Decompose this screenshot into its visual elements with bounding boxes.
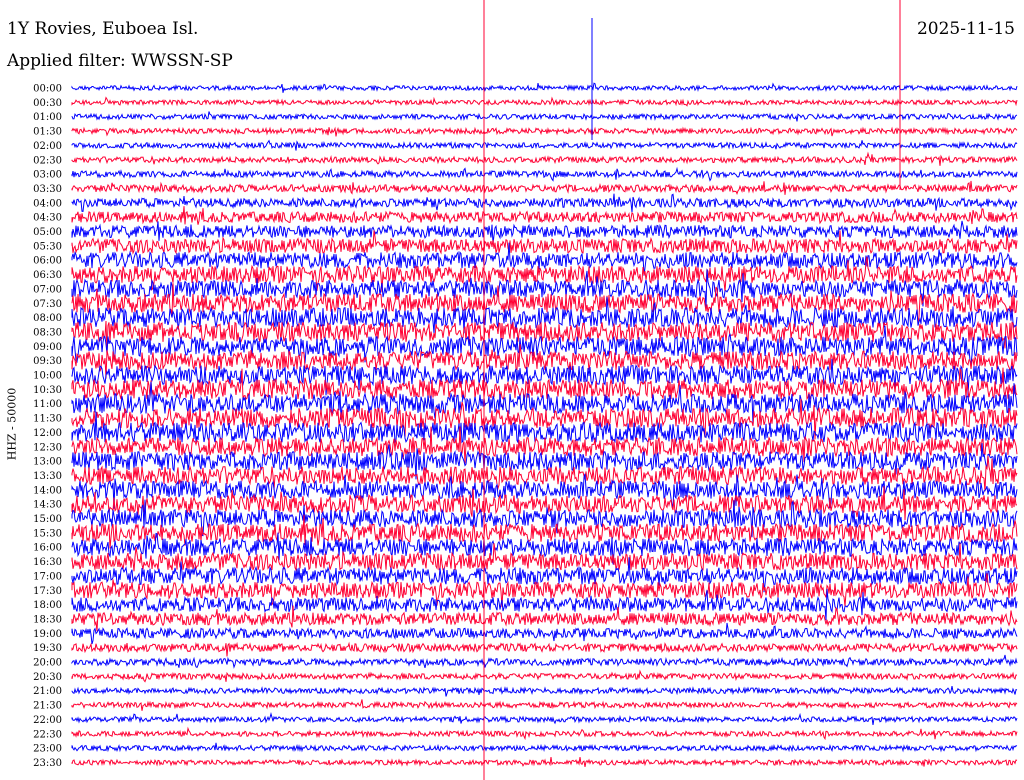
time-tick-label: 10:30: [33, 385, 62, 396]
time-tick-label: 00:30: [33, 98, 62, 109]
trace-line: [71, 622, 1018, 645]
time-tick-label: 13:30: [33, 471, 62, 482]
time-tick-label: 08:00: [33, 313, 62, 324]
time-tick-label: 17:00: [33, 571, 62, 582]
time-tick-label: 19:30: [33, 643, 62, 654]
time-tick-label: 10:00: [33, 371, 62, 382]
trace-line: [71, 757, 1018, 767]
time-tick-label: 07:00: [33, 284, 62, 295]
trace-line: [71, 654, 1018, 669]
trace-line: [71, 641, 1018, 657]
trace-line: [71, 686, 1018, 697]
trace-line: [71, 742, 1018, 753]
trace-line: [71, 605, 1018, 632]
time-tick-label: 21:00: [33, 686, 62, 697]
time-tick-label: 01:30: [33, 127, 62, 138]
time-tick-label: 16:00: [33, 543, 62, 554]
time-tick-label: 09:30: [33, 356, 62, 367]
time-tick-label: 17:30: [33, 586, 62, 597]
trace-line: [71, 96, 1018, 107]
time-tick-label: 12:30: [33, 442, 62, 453]
trace-line: [71, 320, 1018, 354]
time-tick-label: 05:30: [33, 241, 62, 252]
time-tick-label: 19:00: [33, 629, 62, 640]
time-tick-label: 18:30: [33, 614, 62, 625]
time-tick-label: 00:00: [33, 84, 62, 95]
time-tick-label: 14:30: [33, 500, 62, 511]
time-tick-label: 23:00: [33, 744, 62, 755]
time-tick-label: 16:30: [33, 557, 62, 568]
trace-line: [71, 193, 1018, 213]
trace-line: [71, 111, 1018, 122]
time-tick-label: 15:00: [33, 514, 62, 525]
time-tick-label: 06:30: [33, 270, 62, 281]
time-tick-label: 11:30: [33, 414, 62, 425]
time-tick-label: 12:00: [33, 428, 62, 439]
trace-line: [71, 166, 1018, 182]
time-tick-label: 22:30: [33, 729, 62, 740]
time-tick-label: 23:30: [33, 758, 62, 769]
trace-line: [71, 206, 1018, 225]
time-tick-label: 08:30: [33, 327, 62, 338]
time-tick-group: 00:00 00:30 01:00 01:30 02:00 02:30 03:00 03:30…: [33, 84, 62, 769]
trace-line: [71, 712, 1018, 725]
time-tick-label: 04:30: [33, 213, 62, 224]
time-tick-label: 05:00: [33, 227, 62, 238]
time-tick-label: 14:00: [33, 485, 62, 496]
time-tick-label: 02:00: [33, 141, 62, 152]
trace-line: [71, 669, 1018, 683]
trace-line: [71, 699, 1018, 711]
trace-line: [71, 726, 1018, 741]
time-tick-label: 03:30: [33, 184, 62, 195]
time-tick-label: 03:00: [33, 170, 62, 181]
trace-line: [71, 126, 1018, 137]
trace-line: [71, 532, 1018, 565]
helicorder-plot: 00:00 00:30 01:00 01:30 02:00 02:30 03:00 03:30…: [33, 0, 1018, 780]
time-tick-label: 18:00: [33, 600, 62, 611]
time-tick-label: 09:00: [33, 342, 62, 353]
time-tick-label: 20:30: [33, 672, 62, 683]
trace-line: [71, 139, 1018, 151]
time-tick-label: 11:00: [33, 399, 62, 410]
time-tick-label: 21:30: [33, 701, 62, 712]
time-tick-label: 07:30: [33, 299, 62, 310]
time-tick-label: 20:00: [33, 658, 62, 669]
trace-line: [71, 180, 1018, 195]
trace-group: [71, 0, 1018, 780]
trace-line: [71, 151, 1018, 166]
time-tick-label: 01:00: [33, 112, 62, 123]
time-tick-label: 02:30: [33, 155, 62, 166]
time-tick-label: 22:00: [33, 715, 62, 726]
time-tick-label: 15:30: [33, 528, 62, 539]
trace-line: [71, 82, 1018, 93]
time-tick-label: 13:00: [33, 457, 62, 468]
time-tick-label: 06:00: [33, 256, 62, 267]
time-tick-label: 04:00: [33, 198, 62, 209]
